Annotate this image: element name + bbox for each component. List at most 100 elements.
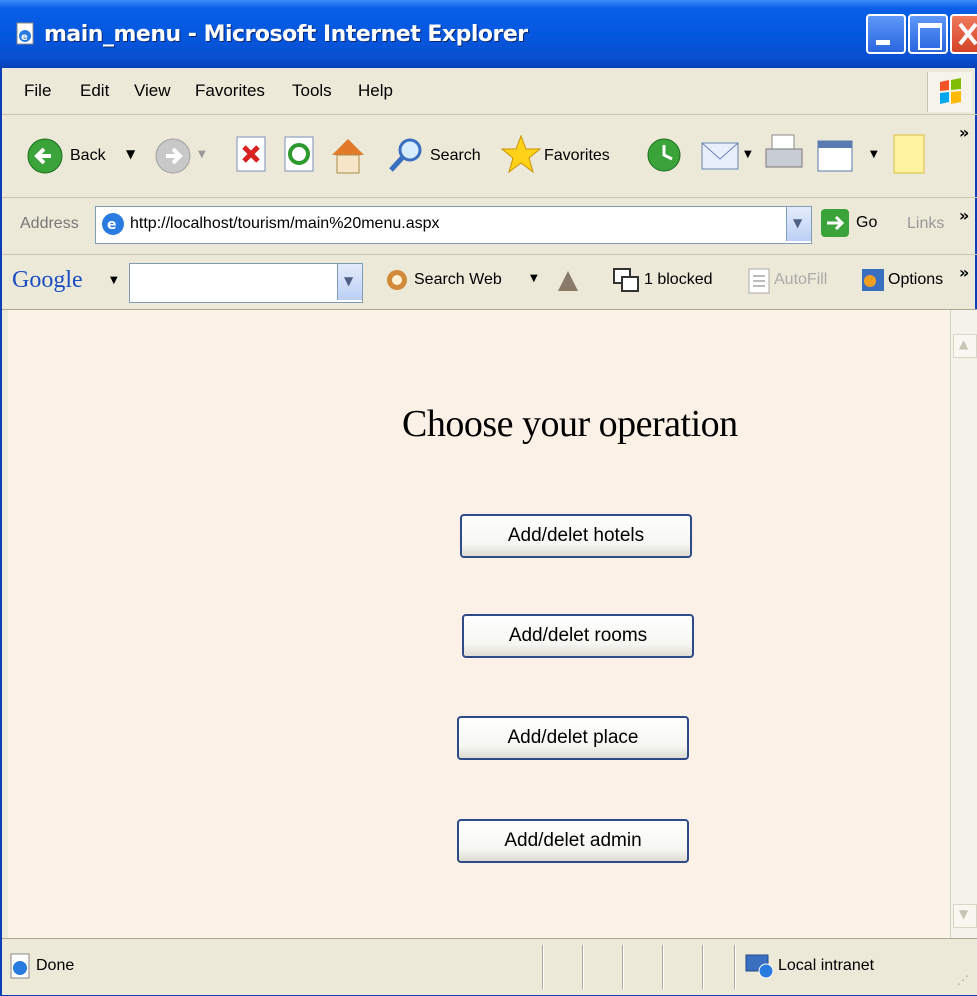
options-icon bbox=[862, 269, 884, 291]
vertical-scrollbar[interactable]: ▲ ▼ bbox=[950, 310, 977, 938]
refresh-button[interactable] bbox=[282, 135, 318, 177]
star-icon bbox=[500, 134, 542, 174]
close-button[interactable] bbox=[950, 14, 977, 54]
minimize-icon bbox=[876, 40, 890, 45]
ie-page-icon: e bbox=[102, 213, 124, 235]
favorites-label: Favorites bbox=[544, 147, 610, 164]
svg-text:e: e bbox=[21, 32, 28, 43]
status-divider bbox=[702, 945, 704, 989]
intranet-icon bbox=[745, 954, 774, 979]
note-icon bbox=[893, 134, 925, 174]
go-arrow-icon bbox=[821, 209, 849, 237]
search-icon bbox=[389, 138, 422, 172]
search-web-button[interactable]: Search Web ▼ bbox=[384, 267, 542, 299]
home-icon bbox=[332, 139, 364, 174]
stop-icon bbox=[236, 136, 266, 172]
status-divider bbox=[734, 945, 736, 989]
add-delete-rooms-button[interactable]: Add/delet rooms bbox=[462, 614, 694, 658]
chevron-down-icon: ▼ bbox=[110, 275, 118, 286]
options-button[interactable]: Options bbox=[860, 267, 956, 299]
home-button[interactable] bbox=[328, 133, 368, 177]
menu-view[interactable]: View bbox=[134, 81, 171, 101]
page-heading: Choose your operation bbox=[402, 403, 738, 445]
status-text: Done bbox=[36, 957, 75, 974]
favorites-button[interactable]: Favorites bbox=[500, 133, 640, 177]
discuss-button[interactable] bbox=[892, 133, 928, 177]
go-label: Go bbox=[856, 214, 878, 231]
google-logo-button[interactable]: Google ▼ bbox=[12, 265, 124, 299]
menu-tools[interactable]: Tools bbox=[292, 81, 332, 101]
status-divider bbox=[582, 945, 584, 989]
autofill-button[interactable]: AutoFill bbox=[746, 267, 846, 299]
page-info-button[interactable] bbox=[554, 267, 584, 297]
chevron-down-icon: ▼ bbox=[530, 273, 538, 284]
menu-edit[interactable]: Edit bbox=[80, 81, 109, 101]
menu-favorites[interactable]: Favorites bbox=[195, 81, 265, 101]
status-bar: Done Local intranet ⋰ bbox=[2, 938, 977, 995]
history-button[interactable] bbox=[644, 135, 684, 177]
status-divider bbox=[542, 945, 544, 989]
chevron-more-icon[interactable]: » bbox=[959, 123, 969, 142]
refresh-icon bbox=[284, 136, 314, 172]
go-button[interactable]: Go bbox=[820, 208, 886, 242]
print-button[interactable] bbox=[762, 131, 806, 177]
back-arrow-icon bbox=[27, 138, 63, 174]
chevron-down-icon: ▼ bbox=[959, 907, 969, 921]
stop-button[interactable] bbox=[234, 135, 270, 177]
forward-button[interactable]: ▼ bbox=[154, 137, 210, 177]
edit-button[interactable]: ▼ bbox=[814, 135, 884, 177]
autofill-label: AutoFill bbox=[774, 271, 828, 288]
title-bar: e main_menu - Microsoft Internet Explore… bbox=[0, 0, 977, 68]
back-label: Back bbox=[70, 147, 106, 164]
menu-bar: File Edit View Favorites Tools Help bbox=[2, 68, 977, 115]
menu-file[interactable]: File bbox=[24, 81, 51, 101]
maximize-icon bbox=[918, 23, 942, 50]
add-delete-place-button[interactable]: Add/delet place bbox=[457, 716, 689, 760]
options-label: Options bbox=[888, 271, 944, 288]
google-search-dropdown[interactable]: ▼ bbox=[337, 264, 362, 300]
chevron-more-icon[interactable]: » bbox=[959, 206, 969, 225]
browser-window: e main_menu - Microsoft Internet Explore… bbox=[0, 0, 977, 996]
back-button[interactable]: Back ▼ bbox=[26, 137, 156, 177]
forward-arrow-icon bbox=[155, 138, 191, 174]
add-delete-admin-button[interactable]: Add/delet admin bbox=[457, 819, 689, 863]
links-label[interactable]: Links bbox=[907, 215, 944, 233]
page-content: Choose your operation Add/delet hotels A… bbox=[8, 310, 950, 938]
scroll-up-button[interactable]: ▲ bbox=[953, 334, 977, 358]
svg-text:e: e bbox=[107, 217, 117, 233]
address-input[interactable]: e http://localhost/tourism/main%20menu.a… bbox=[95, 206, 812, 244]
minimize-button[interactable] bbox=[866, 14, 906, 54]
google-logo: Google bbox=[12, 267, 83, 293]
address-url: http://localhost/tourism/main%20menu.asp… bbox=[130, 215, 440, 232]
scroll-down-button[interactable]: ▼ bbox=[953, 904, 977, 928]
chevron-down-icon: ▼ bbox=[198, 149, 206, 160]
address-bar: Address e http://localhost/tourism/main%… bbox=[2, 198, 977, 255]
address-dropdown[interactable]: ▼ bbox=[786, 207, 811, 241]
mail-button[interactable]: ▼ bbox=[700, 133, 760, 177]
autofill-icon bbox=[748, 268, 770, 294]
chevron-down-icon: ▼ bbox=[793, 216, 803, 230]
popup-blocker-icon bbox=[613, 268, 639, 292]
google-search-input[interactable]: ▼ bbox=[129, 263, 363, 303]
search-web-label: Search Web bbox=[414, 271, 502, 288]
add-delete-hotels-button[interactable]: Add/delet hotels bbox=[460, 514, 692, 558]
menu-help[interactable]: Help bbox=[358, 81, 393, 101]
search-button[interactable]: Search bbox=[386, 135, 486, 177]
maximize-button[interactable] bbox=[908, 14, 948, 54]
mail-icon bbox=[701, 142, 739, 170]
chevron-down-icon: ▼ bbox=[744, 149, 752, 160]
status-divider bbox=[622, 945, 624, 989]
google-toolbar: Google ▼ ▼ Search Web ▼ 1 blocked AutoFi… bbox=[2, 255, 977, 310]
page-info-icon bbox=[558, 271, 578, 291]
chevron-down-icon: ▼ bbox=[870, 149, 878, 160]
search-web-icon bbox=[387, 270, 407, 290]
chevron-up-icon: ▲ bbox=[959, 337, 969, 351]
chevron-more-icon[interactable]: » bbox=[959, 263, 969, 282]
search-label: Search bbox=[430, 147, 481, 164]
ie-page-icon bbox=[10, 953, 30, 979]
resize-grip-icon[interactable]: ⋰ bbox=[957, 973, 969, 987]
close-icon bbox=[958, 22, 977, 46]
windows-flag-icon bbox=[940, 78, 961, 104]
popup-blocker-button[interactable]: 1 blocked bbox=[612, 267, 742, 299]
ie-page-icon: e bbox=[16, 22, 34, 45]
